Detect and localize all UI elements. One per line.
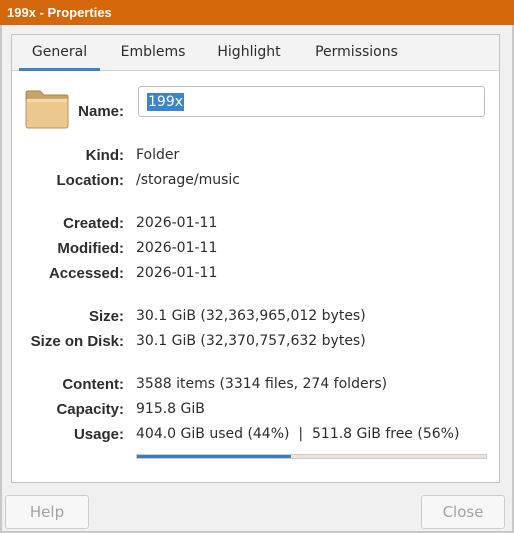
modified-label: Modified: — [57, 240, 124, 257]
kind-label: Kind: — [85, 147, 124, 164]
tab-general[interactable]: General — [19, 35, 100, 71]
created-label: Created: — [63, 215, 124, 232]
help-button[interactable]: Help — [5, 495, 89, 529]
location-label: Location: — [56, 172, 125, 189]
location-value: /storage/music — [136, 172, 241, 188]
name-label: Name: — [78, 103, 124, 120]
size-label: Size: — [88, 308, 124, 325]
size-on-disk-value: 30.1 GiB (32,370,757,632 bytes) — [136, 333, 366, 349]
content-value: 3588 items (3314 files, 274 folders) — [136, 376, 388, 392]
size-value: 30.1 GiB (32,363,965,012 bytes) — [136, 308, 366, 324]
content-label: Content: — [62, 376, 124, 393]
name-field[interactable]: 199x — [138, 86, 485, 117]
capacity-value: 915.8 GiB — [136, 401, 205, 417]
close-button[interactable]: Close — [421, 495, 505, 529]
name-field-selected-text: 199x — [147, 93, 185, 111]
tab-permissions[interactable]: Permissions — [301, 35, 412, 70]
usage-label: Usage: — [73, 426, 124, 443]
created-value: 2026-01-11 — [136, 215, 218, 231]
capacity-label: Capacity: — [56, 401, 124, 418]
modified-value: 2026-01-11 — [136, 240, 218, 256]
accessed-label: Accessed: — [48, 265, 124, 282]
accessed-value: 2026-01-11 — [136, 265, 218, 281]
tab-bar: General Emblems Highlight Permissions — [12, 35, 499, 71]
tab-highlight[interactable]: Highlight — [205, 35, 293, 70]
usage-value: 404.0 GiB used (44%) | 511.8 GiB free (5… — [136, 426, 460, 442]
window-title: 199x - Properties — [0, 0, 514, 25]
tab-emblems[interactable]: Emblems — [107, 35, 199, 70]
size-on-disk-label: Size on Disk: — [30, 333, 124, 350]
folder-icon — [25, 90, 69, 129]
kind-value: Folder — [136, 147, 180, 163]
usage-bar-fill — [137, 455, 291, 458]
usage-bar — [136, 454, 487, 459]
